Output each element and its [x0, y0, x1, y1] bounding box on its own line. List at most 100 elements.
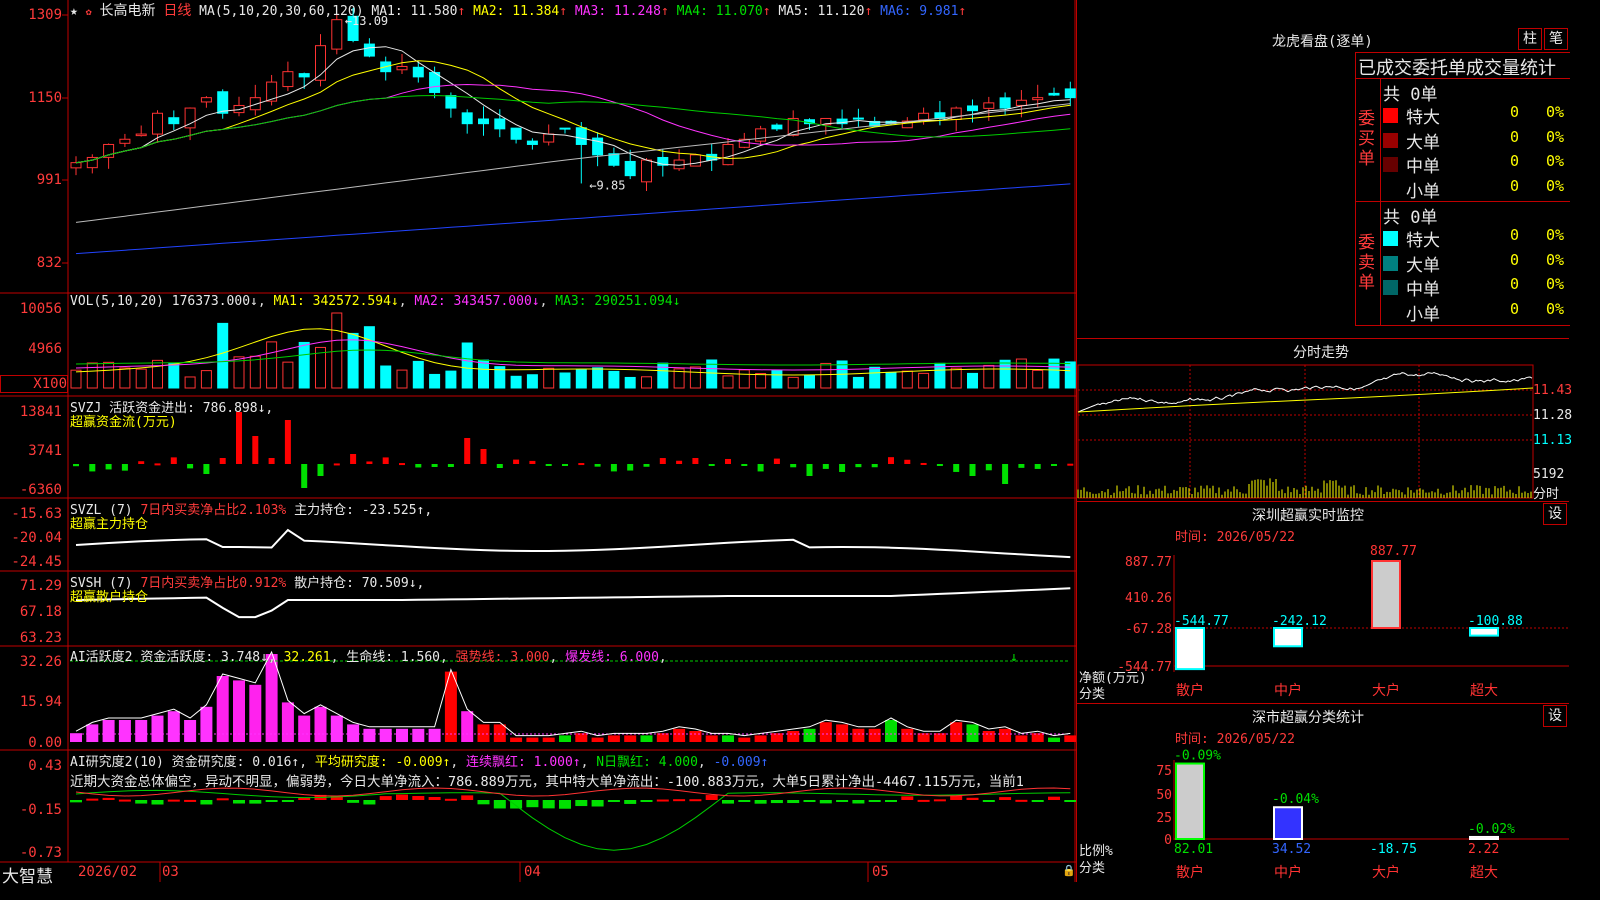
volume-bar [592, 367, 604, 389]
svzj-bar [643, 464, 650, 467]
svzj-bar [545, 464, 552, 466]
ai-research-bar [428, 796, 441, 800]
ai-research-bar [999, 797, 1012, 800]
zhu-button[interactable]: 柱 [1518, 28, 1542, 50]
ai-research-label: AI研究度2(10) [70, 755, 164, 770]
classify-value-label: -18.75 [1370, 842, 1417, 857]
vol-tick: 4966 [28, 341, 62, 357]
monitor-bar [1469, 627, 1499, 637]
ai-research-v3: 连续飘红: 1.000↑ [466, 755, 581, 770]
ai-active-bar [265, 654, 278, 742]
order-row-pct: 0% [1546, 299, 1565, 318]
ai-research-bar [363, 800, 376, 805]
order-color-swatch [1383, 157, 1398, 172]
classify-top-label: -0.09% [1174, 749, 1221, 764]
svzj-bar [969, 464, 976, 476]
volume-bar [363, 326, 375, 389]
ai-research-bar [216, 798, 229, 801]
high-annotation: ←13.09 [345, 14, 388, 28]
ai-active-tick: 15.94 [19, 694, 62, 710]
svzj-bar [692, 458, 699, 464]
ai-active-bar [184, 720, 197, 742]
candle-body [1064, 88, 1076, 99]
svzj-bar [317, 464, 324, 476]
main-chart-area[interactable]: ★ ✿ 长高电新 日线 MA(5,10,20,30,60,120) MA1: 1… [0, 0, 1076, 887]
volume-bar [461, 342, 473, 389]
ai-active-bar [151, 715, 164, 742]
candle-body [412, 66, 424, 78]
low-annotation: ←9.85 [589, 178, 625, 192]
classify-chart: 75 50 25 0 -0.09% 82.01 散户 -0.04% 34.52 中户 -18.75 大… [1156, 749, 1569, 881]
classify-category-label: 超大 [1470, 865, 1498, 881]
ai-research-bar [461, 795, 474, 800]
ai-research-tick: -0.15 [19, 802, 62, 818]
bi-button[interactable]: 笔 [1544, 28, 1568, 50]
volume-bar [1064, 361, 1076, 389]
intraday-chart[interactable] [1077, 360, 1569, 500]
vol-tick: 10056 [19, 301, 62, 317]
volume-bar [918, 372, 930, 389]
svsh-tick: 63.23 [19, 630, 62, 646]
ai-active-bar [330, 715, 343, 742]
svzl-tick: -15.63 [11, 506, 62, 522]
candle-body [755, 128, 767, 142]
volume-bar [152, 359, 163, 389]
ai-research-bar [249, 800, 262, 804]
ai-research-bar [167, 799, 180, 802]
svzj-bar [203, 464, 210, 474]
volume-bar [184, 376, 196, 389]
svzj-bar [399, 463, 405, 466]
candle-body [217, 91, 229, 114]
lock-icon[interactable]: 🔒 [1062, 864, 1076, 877]
volume-bar [347, 332, 359, 389]
candle-body [526, 140, 538, 145]
ai-active-bar [281, 702, 294, 742]
svzj-bar [904, 459, 911, 464]
volume-bar [380, 365, 392, 389]
ai-active-bar [1015, 735, 1028, 742]
candle-body [689, 154, 701, 167]
ai-research-tick: 0.43 [28, 758, 62, 774]
vol-ma1: MA1: 342572.594↓ [273, 294, 399, 309]
candle-body [298, 73, 310, 78]
intraday-tick: 11.13 [1533, 433, 1573, 448]
candle-body [103, 143, 115, 158]
svzj-bar [73, 464, 79, 467]
ai-active-bar [656, 733, 669, 742]
order-row-count: 0 [1510, 103, 1520, 121]
ai-research-bar [86, 798, 99, 801]
ai-research-v2: 平均研究度: -0.009↑ [314, 755, 451, 770]
ai-research-bar [917, 799, 930, 802]
monitor-category-label: 散户 [1176, 682, 1204, 699]
ai-research-bar [379, 796, 392, 800]
volume-bar [429, 373, 441, 389]
svzj-bar [757, 464, 764, 472]
vol-unit: X100 [0, 375, 68, 393]
ai-research-bar [738, 800, 751, 802]
order-stat-title: 已成交委托单成交量统计 [1358, 58, 1556, 79]
ai-active-bar [412, 728, 425, 742]
ai-research-bar [1048, 796, 1060, 800]
volume-bar [771, 369, 783, 389]
ai-research-bar [982, 800, 995, 802]
svzj-bar [676, 460, 683, 464]
ai-active-bar [135, 720, 148, 742]
candle-body [510, 127, 522, 140]
volume-bar [200, 370, 212, 389]
volume-bar [689, 366, 701, 389]
volume-bar [331, 312, 343, 389]
volume-bar [412, 360, 424, 389]
ai-research-bar [722, 800, 734, 804]
ai-active-bar [347, 724, 360, 742]
order-row-count: 0 [1510, 275, 1520, 293]
order-row-count: 0 [1510, 226, 1520, 244]
order-row-name: 中单 [1406, 157, 1440, 177]
svzj-bar [920, 462, 927, 465]
candle-body [918, 112, 930, 121]
ai-active-bar [249, 684, 262, 742]
date-label: 04 [524, 864, 541, 880]
ai-research-tick: -0.73 [19, 845, 62, 861]
svzj-bar [708, 464, 715, 466]
ai-research-bar [624, 800, 637, 804]
intraday-avg-line [1077, 387, 1534, 413]
